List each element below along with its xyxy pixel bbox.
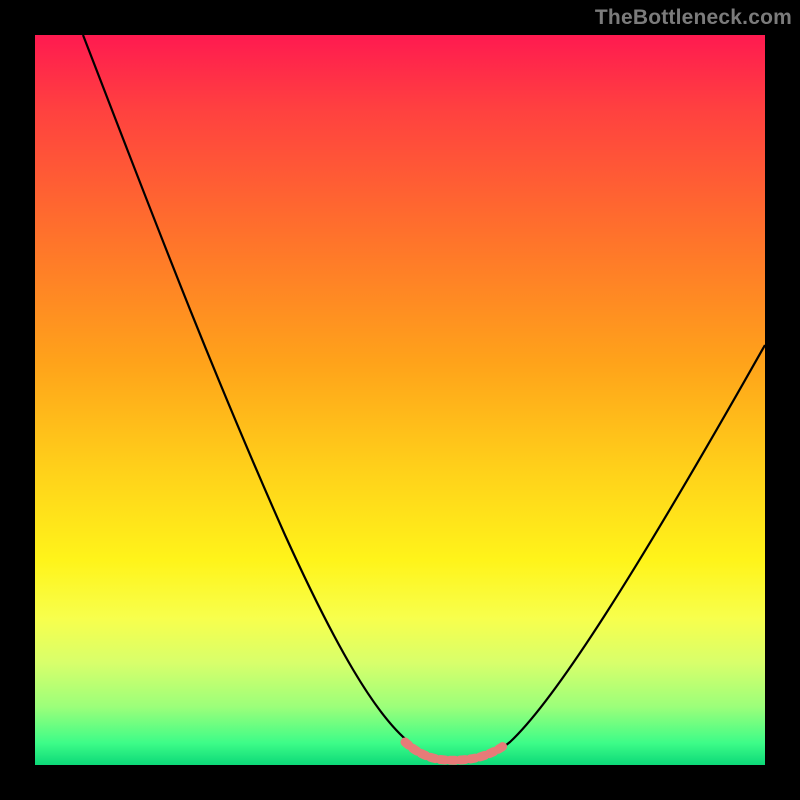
watermark-text: TheBottleneck.com (595, 6, 792, 30)
bottleneck-curve (83, 35, 765, 761)
chart-plot-area (35, 35, 765, 765)
chart-frame: TheBottleneck.com (0, 0, 800, 800)
highlight-band (405, 742, 505, 760)
chart-svg (35, 35, 765, 765)
